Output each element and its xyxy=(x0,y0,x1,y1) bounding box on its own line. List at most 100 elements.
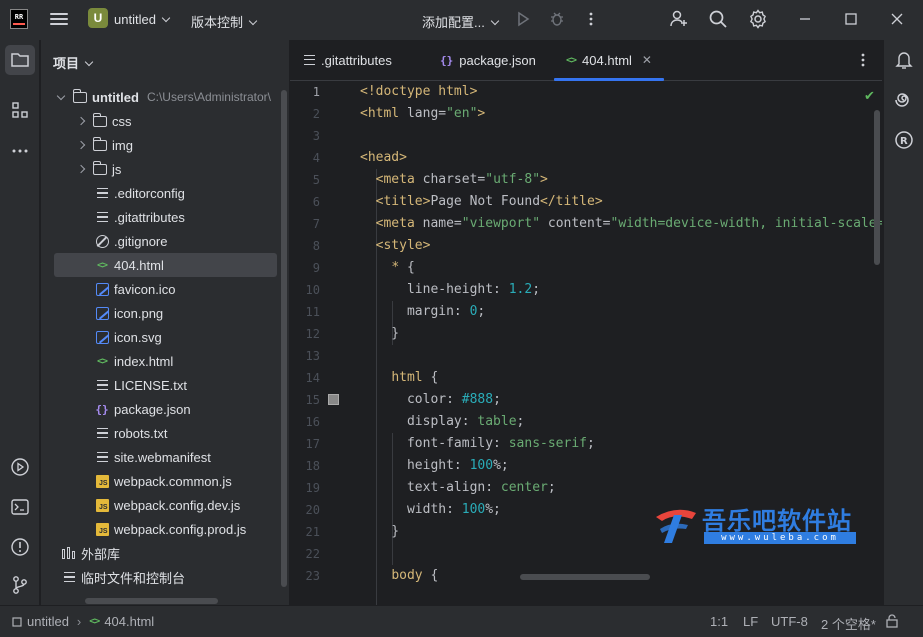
tree-external-libraries[interactable]: 外部库 xyxy=(61,541,284,565)
tree-item-webpack-config-dev-js[interactable]: JS webpack.config.dev.js xyxy=(54,493,277,517)
problems-tool-button[interactable] xyxy=(5,532,35,562)
editor-vertical-scrollbar[interactable] xyxy=(874,110,880,265)
line-number[interactable]: 4 xyxy=(290,147,320,169)
structure-tool-button[interactable] xyxy=(5,95,35,125)
line-number[interactable]: 20 xyxy=(290,499,320,521)
tree-item-icon-svg[interactable]: icon.svg xyxy=(54,325,277,349)
project-badge[interactable]: U xyxy=(88,8,108,28)
chevron-right-icon[interactable] xyxy=(74,162,88,176)
line-number[interactable]: 15 xyxy=(290,389,320,411)
inspection-ok-icon[interactable]: ✔ xyxy=(864,88,875,104)
line-separator[interactable]: LF xyxy=(743,614,758,629)
tree-item-css[interactable]: css xyxy=(74,109,277,133)
tree-item-index-html[interactable]: <> index.html xyxy=(54,349,277,373)
line-number[interactable]: 2 xyxy=(290,103,320,125)
editor-horizontal-scrollbar[interactable] xyxy=(520,574,650,580)
caret-position[interactable]: 1:1 xyxy=(710,614,728,629)
project-panel-header[interactable]: 项目 xyxy=(53,53,94,72)
tree-item-webpack-common-js[interactable]: JS webpack.common.js xyxy=(54,469,277,493)
ai-assistant-button[interactable] xyxy=(889,85,919,115)
services-tool-button[interactable] xyxy=(5,452,35,482)
chevron-right-icon[interactable] xyxy=(74,114,88,128)
text-file-icon xyxy=(94,377,110,393)
text-file-icon xyxy=(94,449,110,465)
tree-item-gitattributes[interactable]: .gitattributes xyxy=(54,205,277,229)
close-tab-icon[interactable]: ✕ xyxy=(642,53,652,67)
tree-item-404-html[interactable]: <> 404.html xyxy=(54,253,277,277)
project-horizontal-scrollbar[interactable] xyxy=(85,598,218,604)
lock-icon xyxy=(886,614,898,628)
chevron-down-icon[interactable] xyxy=(54,90,68,104)
tree-root-untitled[interactable]: untitled C:\Users\Administrator\ xyxy=(54,85,277,109)
code-line: <title>Page Not Found</title> xyxy=(375,194,603,209)
project-vertical-scrollbar[interactable] xyxy=(281,90,287,587)
line-number[interactable]: 12 xyxy=(290,323,320,345)
terminal-tool-button[interactable] xyxy=(5,492,35,522)
tabs-more-icon[interactable] xyxy=(852,49,874,71)
project-switcher[interactable]: untitled xyxy=(114,12,171,27)
line-number[interactable]: 23 xyxy=(290,565,320,587)
tree-item-label: robots.txt xyxy=(114,425,168,441)
line-number[interactable]: 14 xyxy=(290,367,320,389)
breadcrumb-project[interactable]: untitled xyxy=(27,614,69,629)
indent-setting[interactable]: 2 个空格* xyxy=(821,614,876,633)
tab-gitattributes[interactable]: .gitattributes xyxy=(304,40,392,80)
more-tools-button[interactable] xyxy=(5,136,35,166)
tree-item-icon-png[interactable]: icon.png xyxy=(54,301,277,325)
breadcrumb-file[interactable]: 404.html xyxy=(104,614,154,629)
file-encoding[interactable]: UTF-8 xyxy=(771,614,808,629)
line-number[interactable]: 7 xyxy=(290,213,320,235)
main-menu-icon[interactable] xyxy=(50,11,68,27)
tree-item-js[interactable]: js xyxy=(74,157,277,181)
tree-item-editorconfig[interactable]: .editorconfig xyxy=(54,181,277,205)
git-tool-button[interactable] xyxy=(5,570,35,600)
chevron-right-icon[interactable] xyxy=(74,138,88,152)
vcs-menu[interactable]: 版本控制 xyxy=(191,12,258,31)
close-window-button[interactable] xyxy=(886,8,908,30)
js-file-icon: JS xyxy=(94,521,110,537)
project-tool-button[interactable] xyxy=(5,45,35,75)
maximize-button[interactable] xyxy=(840,8,862,30)
run-icon[interactable] xyxy=(512,8,534,30)
rest-client-button[interactable]: R xyxy=(889,125,919,155)
line-number[interactable]: 22 xyxy=(290,543,320,565)
line-number[interactable]: 3 xyxy=(290,125,320,147)
line-number[interactable]: 11 xyxy=(290,301,320,323)
search-icon[interactable] xyxy=(707,8,729,30)
tree-item-favicon-ico[interactable]: favicon.ico xyxy=(54,277,277,301)
line-number[interactable]: 13 xyxy=(290,345,320,367)
line-number[interactable]: 17 xyxy=(290,433,320,455)
line-number[interactable]: 21 xyxy=(290,521,320,543)
code-line: height: 100%; xyxy=(360,458,509,473)
notifications-button[interactable] xyxy=(889,45,919,75)
line-number[interactable]: 8 xyxy=(290,235,320,257)
tab-package-json[interactable]: {} package.json xyxy=(440,40,536,80)
run-config-selector[interactable]: 添加配置... xyxy=(422,12,500,31)
line-number[interactable]: 5 xyxy=(290,169,320,191)
line-number[interactable]: 1 xyxy=(290,81,320,103)
tree-item-gitignore[interactable]: .gitignore xyxy=(54,229,277,253)
line-number[interactable]: 9 xyxy=(290,257,320,279)
more-vertical-icon[interactable] xyxy=(580,8,602,30)
tree-item-img[interactable]: img xyxy=(74,133,277,157)
gear-icon[interactable] xyxy=(747,8,769,30)
color-swatch[interactable] xyxy=(328,394,339,405)
line-number[interactable]: 16 xyxy=(290,411,320,433)
line-number[interactable]: 18 xyxy=(290,455,320,477)
tree-item-site-webmanifest[interactable]: site.webmanifest xyxy=(54,445,277,469)
readonly-toggle[interactable] xyxy=(884,613,900,632)
tree-scratches[interactable]: 临时文件和控制台 xyxy=(61,565,284,589)
tree-item-webpack-config-prod-js[interactable]: JS webpack.config.prod.js xyxy=(54,517,277,541)
debug-icon[interactable] xyxy=(546,8,568,30)
svg-text:R: R xyxy=(900,136,908,147)
minimize-button[interactable] xyxy=(794,8,816,30)
line-number[interactable]: 19 xyxy=(290,477,320,499)
tree-item-license-txt[interactable]: LICENSE.txt xyxy=(54,373,277,397)
tab-404-html[interactable]: <> 404.html ✕ xyxy=(554,40,664,81)
tree-item-package-json[interactable]: {} package.json xyxy=(54,397,277,421)
add-user-icon[interactable] xyxy=(668,8,690,30)
tree-item-robots-txt[interactable]: robots.txt xyxy=(54,421,277,445)
line-number[interactable]: 10 xyxy=(290,279,320,301)
folder-icon xyxy=(11,53,29,67)
line-number[interactable]: 6 xyxy=(290,191,320,213)
